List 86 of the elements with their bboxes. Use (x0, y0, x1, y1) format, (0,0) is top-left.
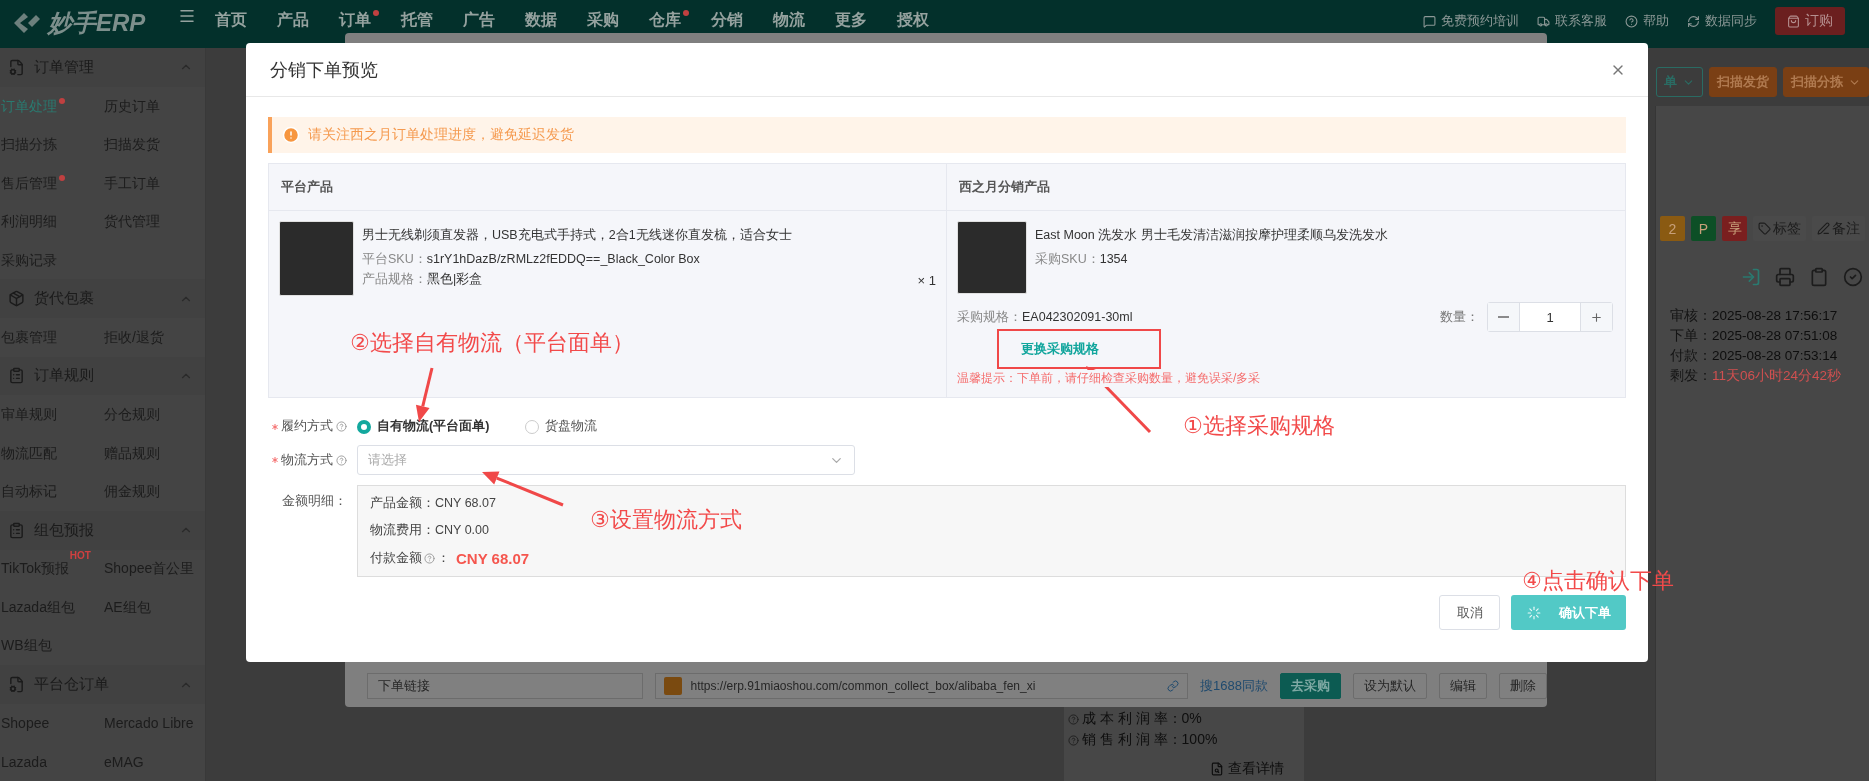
printer-icon[interactable] (1775, 267, 1795, 287)
logo-text: 妙手ERP (48, 8, 146, 38)
dialog-title: 分销下单预览 (270, 58, 378, 82)
nav-item[interactable]: 产品 (269, 10, 317, 30)
document-search-icon (1210, 762, 1224, 776)
help-icon (424, 552, 435, 564)
nav-item[interactable]: 广告 (455, 10, 503, 30)
field-label: 金额明细： (282, 493, 347, 510)
product-spec: 产品规格：黑色|彩盒 (362, 271, 483, 288)
warm-tip: 温馨提示：下单前，请仔细检查采购数量，避免误采/多采 (957, 370, 1261, 387)
field-label: 物流方式 (281, 451, 333, 469)
quantity-label: 数量： (1440, 308, 1479, 326)
nav-item[interactable]: 物流 (765, 10, 813, 30)
nav-item[interactable]: 数据 (517, 10, 565, 30)
spinner-icon (1526, 605, 1541, 620)
help-icon (336, 421, 347, 432)
row-action-button[interactable]: 删除 (1499, 673, 1547, 699)
cancel-button[interactable]: 取消 (1439, 595, 1500, 630)
nav-item[interactable]: 分销 (703, 10, 751, 30)
row-action-button[interactable]: 编辑 (1439, 673, 1487, 699)
help-icon (1068, 713, 1079, 725)
row-action-button[interactable]: 去采购 (1280, 673, 1341, 699)
header-link[interactable]: 数据同步 (1687, 12, 1757, 30)
clipboard-icon[interactable] (1809, 267, 1829, 287)
product-title: 男士无线剃须直发器，USB充电式手持式，2合1无线迷你直发梳，适合女士 (362, 227, 793, 244)
check-circle-icon[interactable] (1843, 267, 1863, 287)
radio-option[interactable]: 自有物流(平台面单) (357, 418, 490, 435)
row-action-button[interactable]: 设为默认 (1353, 673, 1427, 699)
image-icon (664, 677, 683, 695)
import-icon[interactable] (1741, 267, 1761, 287)
column-header: 西之月分销产品 (946, 164, 1625, 211)
confirm-order-button[interactable]: 确认下单 (1511, 595, 1626, 630)
nav-item[interactable]: 订单 (331, 10, 379, 30)
product-sku: 采购SKU：1354 (1035, 251, 1129, 268)
amount-line: 产品金额：CNY 68.07 (370, 495, 497, 513)
order-button[interactable]: 订购 (1775, 7, 1845, 35)
order-tag: P (1691, 216, 1716, 241)
annotation-text: ②选择自有物流（平台面单） (350, 329, 634, 357)
nav-item[interactable]: 授权 (889, 10, 937, 30)
nav-item[interactable]: 托管 (393, 10, 441, 30)
radio-option[interactable]: 货盘物流 (525, 418, 598, 435)
toolbar-button[interactable]: 扫描发货 (1709, 67, 1777, 97)
link-icon (1167, 680, 1180, 692)
hot-label: HOT (69, 550, 91, 562)
search-same-link[interactable]: 搜1688同款 (1200, 677, 1268, 695)
product-quantity: × 1 (917, 273, 936, 288)
logistics-select[interactable]: 请选择 (357, 445, 855, 475)
file-gear-icon (8, 676, 25, 694)
url-field[interactable]: https://erp.91miaoshou.com/common_collect_box/alibaba_fen_xi (655, 673, 1189, 699)
tag-icon (1758, 222, 1771, 235)
column-header: 平台产品 (269, 164, 946, 211)
nav-item[interactable]: 仓库 (641, 10, 689, 30)
refresh-icon (1687, 14, 1700, 28)
toolbar-button[interactable]: 扫描分拣 (1783, 67, 1869, 97)
header-link[interactable]: 免费预约培训 (1423, 12, 1519, 30)
bag-icon (1787, 14, 1800, 28)
header-link[interactable]: 联系客服 (1537, 12, 1607, 30)
amount-line: 付款金额 ： CNY 68.07 (370, 549, 531, 567)
annotation-text: ③设置物流方式 (590, 506, 742, 534)
clipboard-icon (8, 367, 25, 385)
clipboard-icon (8, 521, 25, 539)
menu-icon[interactable] (178, 7, 196, 25)
amount-line: 物流费用：CNY 0.00 (370, 522, 490, 540)
file-gear-icon (8, 58, 25, 76)
nav-item[interactable]: 采购 (579, 10, 627, 30)
product-spec: 采购规格：EA042302091-30ml (957, 308, 1133, 326)
change-spec-link[interactable]: 更换采购规格 (1021, 340, 1099, 358)
field-label: 履约方式 (281, 418, 333, 435)
package-icon (8, 290, 25, 308)
warning-icon (282, 126, 300, 144)
annotation-text: ①选择采购规格 (1183, 412, 1335, 440)
chat-icon (1423, 14, 1436, 28)
link-name-field[interactable]: 下单链接 (367, 673, 644, 699)
product-title: East Moon 洗发水 男士毛发清洁滋润按摩护理柔顺乌发洗发水 (1035, 227, 1389, 244)
nav-item[interactable]: 更多 (827, 10, 875, 30)
help-icon (1068, 734, 1079, 746)
header-link[interactable]: 帮助 (1625, 12, 1669, 30)
help-icon (1625, 14, 1638, 28)
pen-icon (1817, 222, 1830, 235)
order-tag: 2 (1660, 216, 1685, 241)
nav-item[interactable]: 首页 (207, 10, 255, 30)
truck-icon (1537, 14, 1550, 28)
order-tag: 享 (1722, 216, 1747, 241)
warning-alert: 请关注西之月订单处理进度，避免延迟发货 (268, 117, 1626, 153)
help-icon (336, 454, 347, 466)
product-sku: 平台SKU：s1rY1hDazB/zRMLz2fEDDQ==_Black_Color Box (362, 251, 701, 268)
